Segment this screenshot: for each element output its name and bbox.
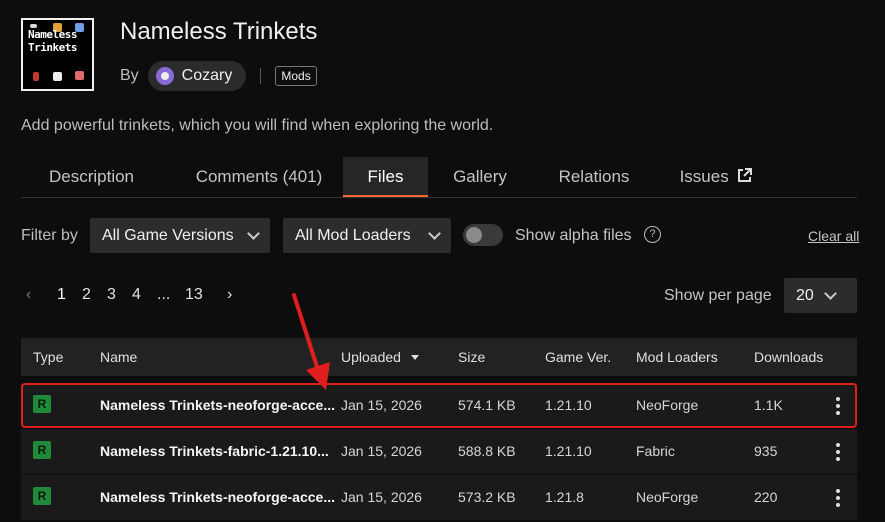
per-page-dropdown[interactable]: 20 [784, 278, 857, 313]
release-badge: R [33, 487, 51, 505]
file-uploaded: Jan 15, 2026 [341, 443, 422, 459]
tab-comments[interactable]: Comments (401) [174, 157, 344, 197]
next-page-button[interactable]: › [227, 286, 232, 304]
page-4[interactable]: 4 [132, 286, 141, 304]
avatar [155, 67, 174, 85]
external-link-icon [738, 168, 753, 182]
page-ellipsis: ... [157, 286, 171, 303]
per-page-label: Show per page [664, 287, 772, 304]
file-downloads: 1.1K [754, 397, 783, 413]
file-name[interactable]: Nameless Trinkets-neoforge-acce... [100, 397, 335, 413]
clear-all-link[interactable]: Clear all [808, 228, 859, 244]
trinket-icon [33, 72, 39, 81]
logo-text-line2: Trinkets [28, 41, 77, 54]
trinket-icon [53, 72, 62, 81]
col-name[interactable]: Name [100, 349, 137, 365]
tab-issues-label: Issues [679, 167, 729, 186]
page-2[interactable]: 2 [82, 286, 91, 304]
tab-description[interactable]: Description [21, 157, 162, 197]
more-options-icon[interactable] [836, 397, 840, 418]
by-label: By [120, 67, 139, 84]
author-name: Cozary [181, 67, 233, 84]
game-versions-dropdown[interactable]: All Game Versions [90, 218, 270, 253]
table-row[interactable]: R Nameless Trinkets-neoforge-acce... Jan… [21, 383, 857, 428]
release-badge: R [33, 395, 51, 413]
page-3[interactable]: 3 [107, 286, 116, 304]
file-loader: NeoForge [636, 397, 699, 413]
col-uploaded-label: Uploaded [341, 349, 401, 365]
chevron-down-icon [428, 227, 441, 240]
mod-loaders-dropdown[interactable]: All Mod Loaders [283, 218, 451, 253]
file-game-ver: 1.21.10 [545, 443, 592, 459]
byline: By Cozary Mods [120, 61, 317, 91]
project-logo: Nameless Trinkets [21, 18, 94, 91]
alpha-files-toggle[interactable] [463, 224, 503, 246]
chevron-down-icon [823, 287, 837, 300]
game-versions-value: All Game Versions [102, 226, 234, 244]
file-name[interactable]: Nameless Trinkets-fabric-1.21.10... [100, 443, 329, 459]
col-type[interactable]: Type [33, 349, 63, 365]
col-game-ver[interactable]: Game Ver. [545, 349, 611, 365]
table-row[interactable]: R Nameless Trinkets-neoforge-acce... Jan… [21, 475, 857, 520]
filter-label: Filter by [21, 227, 78, 244]
col-size[interactable]: Size [458, 349, 485, 365]
file-loader: NeoForge [636, 489, 699, 505]
page-1[interactable]: 1 [57, 286, 66, 304]
more-options-icon[interactable] [836, 443, 840, 464]
tab-gallery[interactable]: Gallery [441, 157, 519, 197]
table-row[interactable]: R Nameless Trinkets-fabric-1.21.10... Ja… [21, 429, 857, 474]
file-size: 574.1 KB [458, 397, 516, 413]
page-13[interactable]: 13 [185, 286, 203, 304]
file-downloads: 935 [754, 443, 778, 459]
file-size: 588.8 KB [458, 443, 516, 459]
col-mod-loaders[interactable]: Mod Loaders [636, 349, 718, 365]
file-game-ver: 1.21.10 [545, 397, 592, 413]
toggle-knob [466, 227, 482, 243]
chevron-down-icon [247, 227, 260, 240]
more-options-icon[interactable] [836, 489, 840, 510]
files-table-header: Type Name Uploaded Size Game Ver. Mod Lo… [21, 338, 857, 376]
mod-loaders-value: All Mod Loaders [295, 226, 411, 244]
author-chip[interactable]: Cozary [147, 61, 247, 91]
file-downloads: 220 [754, 489, 778, 505]
divider [260, 68, 262, 84]
alpha-files-label: Show alpha files [515, 227, 632, 244]
col-uploaded[interactable]: Uploaded [341, 349, 419, 365]
file-name[interactable]: Nameless Trinkets-neoforge-acce... [100, 489, 335, 505]
tab-files[interactable]: Files [343, 157, 428, 197]
sort-desc-icon [410, 355, 419, 360]
page-title: Nameless Trinkets [120, 18, 318, 45]
logo-text-line1: Nameless [28, 28, 77, 41]
category-tag[interactable]: Mods [275, 66, 317, 86]
file-size: 573.2 KB [458, 489, 516, 505]
prev-page-button[interactable]: ‹ [26, 286, 31, 304]
file-uploaded: Jan 15, 2026 [341, 397, 422, 413]
release-badge: R [33, 441, 51, 459]
project-summary: Add powerful trinkets, which you will fi… [21, 117, 494, 134]
file-loader: Fabric [636, 443, 675, 459]
per-page-value: 20 [796, 286, 814, 304]
file-uploaded: Jan 15, 2026 [341, 489, 422, 505]
file-game-ver: 1.21.8 [545, 489, 584, 505]
help-icon[interactable]: ? [644, 226, 661, 243]
trinket-icon [75, 71, 84, 80]
tab-relations[interactable]: Relations [545, 157, 643, 197]
tab-issues[interactable]: Issues [671, 157, 761, 197]
tab-bar: Description Comments (401) Files Gallery… [21, 157, 857, 198]
col-downloads[interactable]: Downloads [754, 349, 823, 365]
